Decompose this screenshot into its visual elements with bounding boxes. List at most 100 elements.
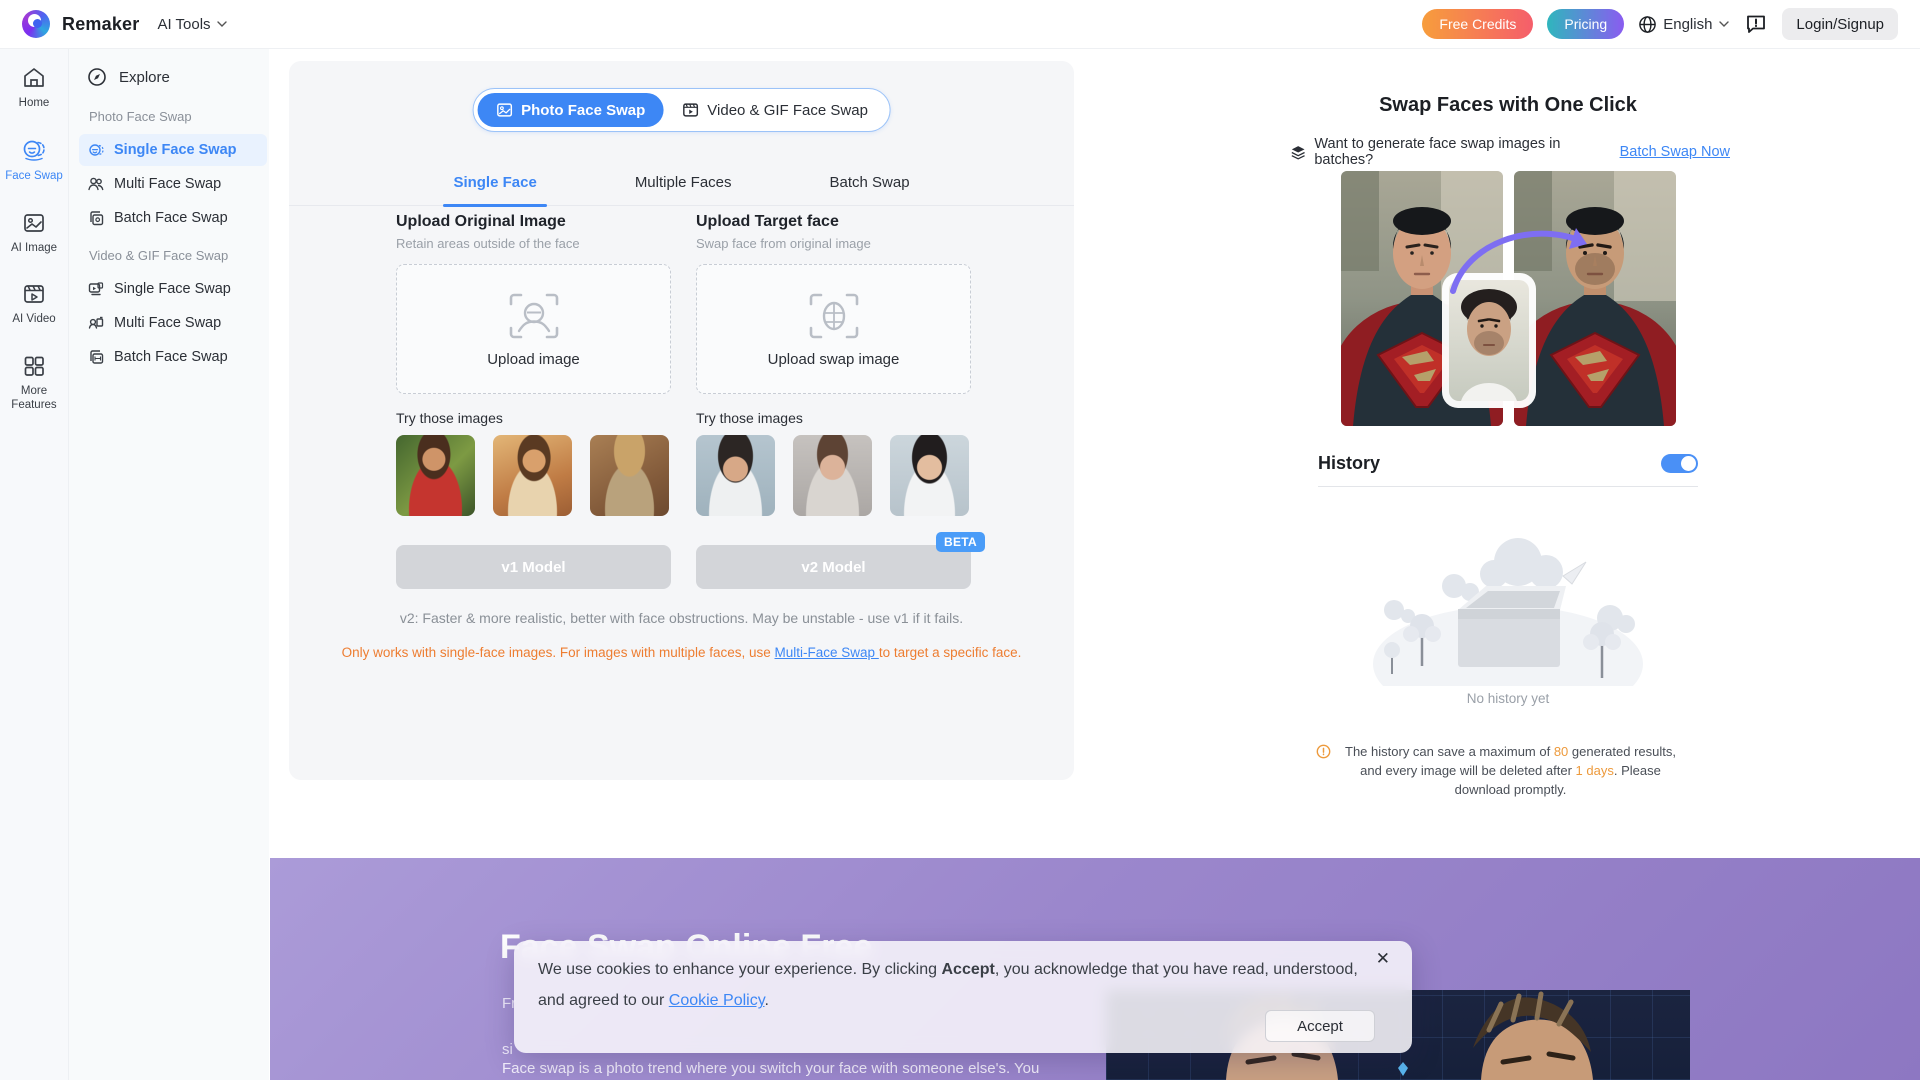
empty-history-illustration <box>1358 514 1658 691</box>
no-history-text: No history yet <box>1318 691 1698 706</box>
upload-swap-image-label: Upload swap image <box>768 351 900 368</box>
submenu-photo-batch[interactable]: Batch Face Swap <box>79 202 267 234</box>
info-days: 1 days <box>1576 763 1614 778</box>
submenu-item-label: Batch Face Swap <box>114 349 228 365</box>
multi-face-swap-link[interactable]: Multi-Face Swap <box>775 645 879 660</box>
history-title: History <box>1318 453 1380 474</box>
free-credits-button[interactable]: Free Credits <box>1422 9 1533 39</box>
submenu-photo-single[interactable]: Single Face Swap <box>79 134 267 166</box>
mode-video-label: Video & GIF Face Swap <box>707 102 868 119</box>
submenu-explore[interactable]: Explore <box>87 67 261 87</box>
upload-target-subtitle: Swap face from original image <box>696 236 971 251</box>
submenu-video-single[interactable]: Single Face Swap <box>79 273 267 305</box>
sidebar-item-ai-video[interactable]: AI Video <box>2 281 66 326</box>
ai-tools-label: AI Tools <box>157 16 210 33</box>
upload-target-dropzone[interactable]: Upload swap image <box>696 264 971 394</box>
sidebar-item-face-swap[interactable]: Face Swap <box>2 136 66 183</box>
tab-single-face[interactable]: Single Face <box>449 174 540 205</box>
face-swap-workspace: Photo Face Swap Video & GIF Face Swap Si… <box>289 61 1074 780</box>
upload-original-subtitle: Retain areas outside of the face <box>396 236 671 251</box>
compass-icon <box>87 67 107 87</box>
v1-model-button[interactable]: v1 Model <box>396 545 671 589</box>
upload-target-title: Upload Target face <box>696 213 971 231</box>
upload-image-label: Upload image <box>487 351 580 368</box>
sample-original-image-2[interactable] <box>493 435 572 516</box>
info-count: 80 <box>1554 744 1568 759</box>
tab-batch-swap[interactable]: Batch Swap <box>826 174 914 205</box>
beta-badge: BETA <box>936 532 985 552</box>
pricing-button[interactable]: Pricing <box>1547 9 1624 39</box>
submenu-item-label: Single Face Swap <box>114 281 231 297</box>
submenu-video-multi[interactable]: Multi Face Swap <box>79 307 267 339</box>
globe-icon <box>1638 15 1657 34</box>
sub-sidebar: Explore Photo Face Swap Single Face Swap… <box>69 49 269 1080</box>
cookie-text: . <box>765 992 769 1009</box>
sidebar-item-home[interactable]: Home <box>2 65 66 110</box>
multi-face-icon <box>87 175 105 193</box>
tab-multiple-faces[interactable]: Multiple Faces <box>631 174 736 205</box>
language-label: English <box>1663 16 1712 33</box>
navbar: Remaker AI Tools Free Credits Pricing En… <box>0 0 1920 49</box>
face-swap-target-icon <box>807 291 861 341</box>
batch-question: Want to generate face swap images in bat… <box>1314 136 1611 168</box>
submenu-item-label: Multi Face Swap <box>114 176 221 192</box>
layers-icon <box>1290 144 1306 161</box>
sample-original-image-3[interactable] <box>590 435 669 516</box>
chevron-down-icon <box>1718 18 1730 30</box>
cookie-banner: We use cookies to enhance your experienc… <box>514 941 1412 1053</box>
history-toggle[interactable] <box>1661 454 1698 473</box>
close-icon[interactable]: ✕ <box>1376 949 1390 969</box>
video-clapper-icon <box>681 101 699 119</box>
target-face-inset <box>1442 273 1536 408</box>
upload-original-title: Upload Original Image <box>396 213 671 231</box>
sidebar-item-label: Home <box>19 96 50 110</box>
accept-cookies-button[interactable]: Accept <box>1265 1010 1375 1042</box>
right-panel: Swap Faces with One Click Want to genera… <box>1074 49 1920 858</box>
sample-target-face-3[interactable] <box>890 435 969 516</box>
sample-target-face-1[interactable] <box>696 435 775 516</box>
hero-text-fragment: si <box>502 1041 513 1058</box>
panel-title: Swap Faces with One Click <box>1318 94 1698 117</box>
tabs-row: Single Face Multiple Faces Batch Swap <box>289 174 1074 206</box>
sidebar-item-label: Face Swap <box>5 169 63 183</box>
sample-target-face-2[interactable] <box>793 435 872 516</box>
feedback-icon[interactable] <box>1744 12 1768 36</box>
login-signup-button[interactable]: Login/Signup <box>1782 8 1898 40</box>
remaker-logo-icon[interactable] <box>22 10 50 38</box>
video-batch-icon <box>87 348 105 366</box>
sidebar-item-label: More Features <box>2 384 66 413</box>
v2-model-label: v2 Model <box>801 559 865 576</box>
try-images-label: Try those images <box>696 410 971 426</box>
mode-toggle: Photo Face Swap Video & GIF Face Swap <box>472 88 891 132</box>
batch-swap-now-link[interactable]: Batch Swap Now <box>1620 144 1730 160</box>
upload-original-dropzone[interactable]: Upload image <box>396 264 671 394</box>
ai-tools-menu[interactable]: AI Tools <box>157 16 227 33</box>
sample-original-image-1[interactable] <box>396 435 475 516</box>
v2-model-note: v2: Faster & more realistic, better with… <box>289 610 1074 626</box>
sidebar-item-more-features[interactable]: More Features <box>2 353 66 413</box>
cookie-text: We use cookies to enhance your experienc… <box>538 961 941 978</box>
sidebar-item-label: AI Video <box>12 312 55 326</box>
sidebar-item-ai-image[interactable]: AI Image <box>2 210 66 255</box>
mode-photo-face-swap[interactable]: Photo Face Swap <box>477 93 663 127</box>
icon-sidebar: Home Face Swap AI Image AI Video More Fe… <box>0 49 69 1080</box>
upload-target-column: Upload Target face Swap face from origin… <box>696 213 971 516</box>
app-root: Remaker AI Tools Free Credits Pricing En… <box>0 0 1920 1080</box>
cookie-policy-link[interactable]: Cookie Policy <box>669 992 765 1009</box>
mode-video-gif-face-swap[interactable]: Video & GIF Face Swap <box>663 93 886 127</box>
cookie-text-bold: Accept <box>941 961 994 978</box>
history-info: The history can save a maximum of 80 gen… <box>1338 743 1683 800</box>
v2-model-button[interactable]: v2 Model BETA <box>696 545 971 589</box>
sidebar-item-label: AI Image <box>11 241 57 255</box>
warning-text: Only works with single-face images. For … <box>342 645 775 660</box>
batch-photos-icon <box>87 209 105 227</box>
single-face-warning: Only works with single-face images. For … <box>289 645 1074 660</box>
submenu-photo-multi[interactable]: Multi Face Swap <box>79 168 267 200</box>
single-face-swap-icon <box>87 141 105 159</box>
submenu-video-batch[interactable]: Batch Face Swap <box>79 341 267 373</box>
image-icon <box>21 210 47 236</box>
submenu-item-label: Single Face Swap <box>114 142 237 158</box>
language-selector[interactable]: English <box>1638 15 1730 34</box>
home-icon <box>21 65 47 91</box>
video-single-face-icon <box>87 280 105 298</box>
